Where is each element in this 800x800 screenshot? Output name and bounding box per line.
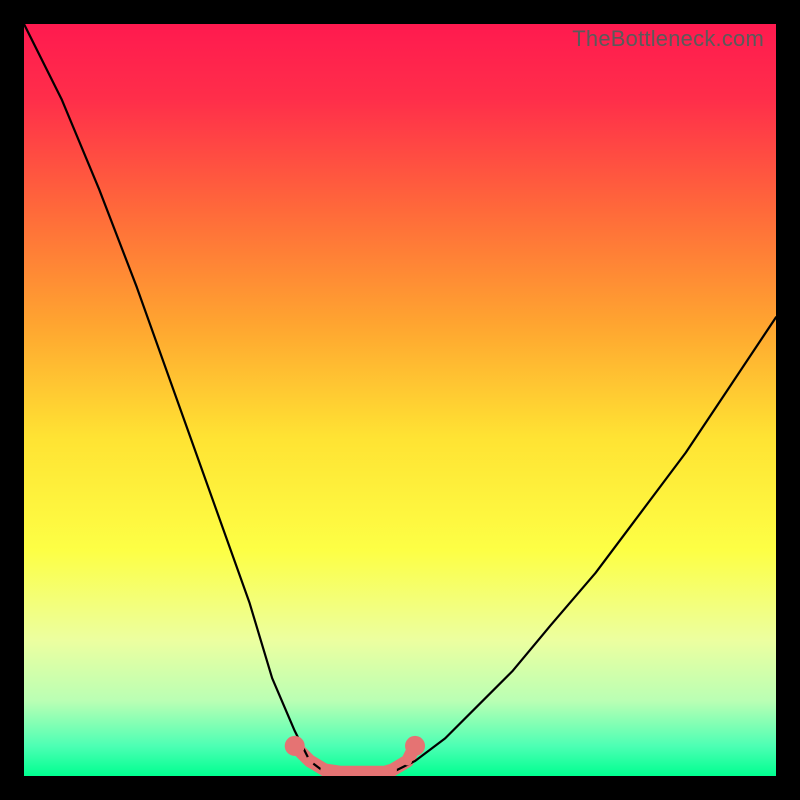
curve-right-curve	[392, 317, 776, 772]
highlight-dot	[405, 736, 425, 756]
plot-area: TheBottleneck.com	[24, 24, 776, 776]
highlight-dot-small	[403, 756, 412, 765]
highlight-dot-small	[388, 765, 397, 774]
chart-frame: TheBottleneck.com	[0, 0, 800, 800]
watermark-text: TheBottleneck.com	[572, 26, 764, 52]
curve-left-curve	[24, 24, 325, 772]
highlight-dot	[285, 736, 305, 756]
highlight-dot-small	[305, 756, 314, 765]
chart-curves	[24, 24, 776, 776]
highlight-dot-small	[320, 765, 329, 774]
